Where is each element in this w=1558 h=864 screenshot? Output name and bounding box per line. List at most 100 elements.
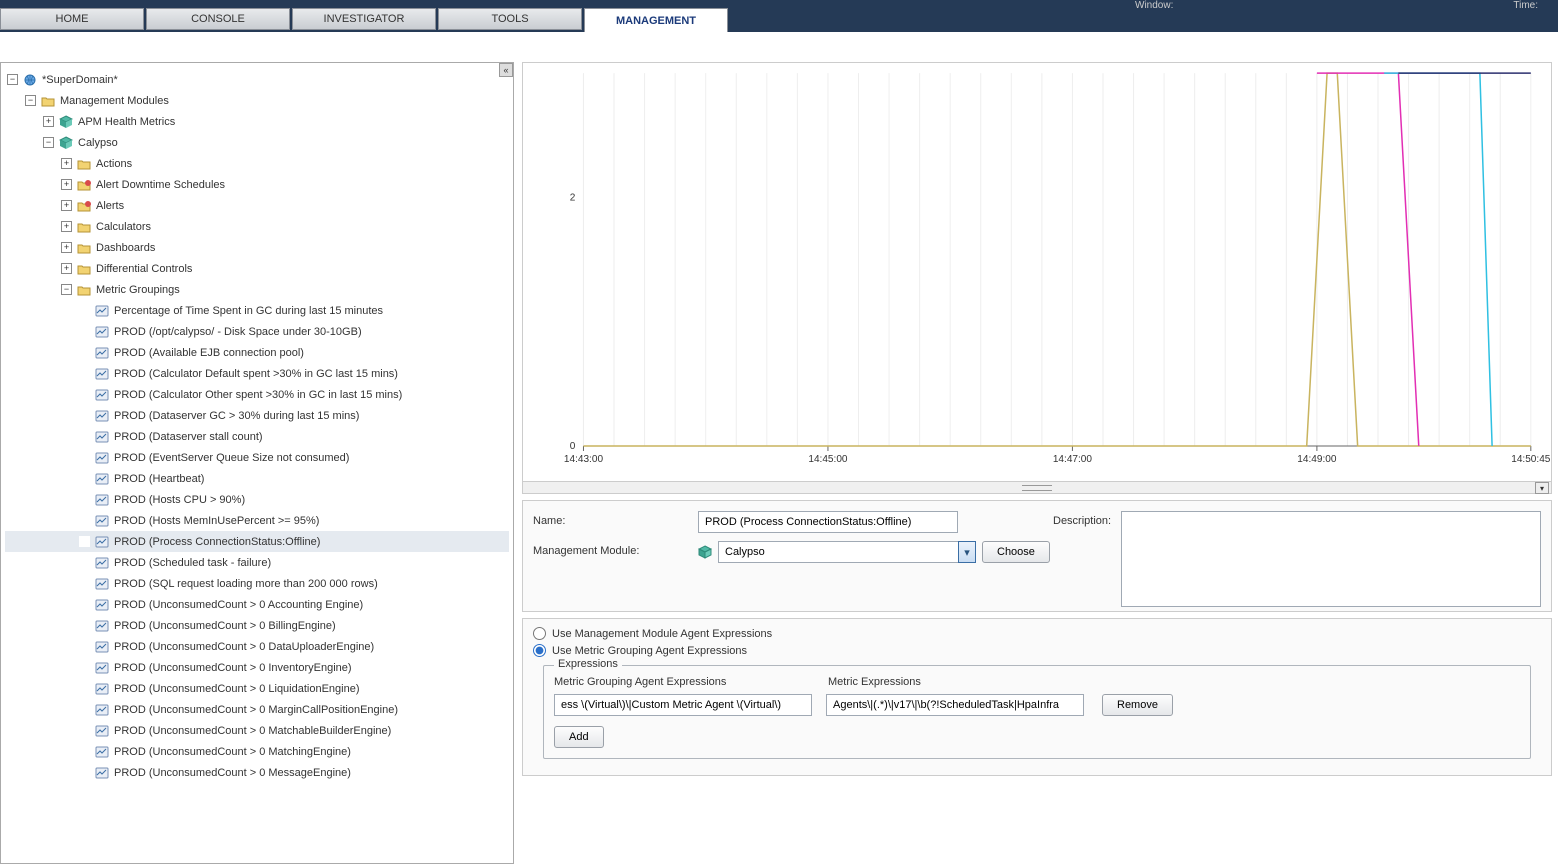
tree-folder[interactable]: −Metric Groupings — [5, 279, 509, 300]
folder-icon — [76, 220, 92, 234]
choose-button[interactable]: Choose — [982, 541, 1050, 563]
metric-icon — [94, 766, 110, 780]
tree-toggle-icon[interactable]: + — [61, 242, 72, 253]
metric-icon — [94, 640, 110, 654]
metric-icon — [94, 409, 110, 423]
add-expression-button[interactable]: Add — [554, 726, 604, 748]
tree-toggle-icon[interactable]: + — [61, 179, 72, 190]
tree-metric-item[interactable]: PROD (UnconsumedCount > 0 BillingEngine) — [5, 615, 509, 636]
radio-use-metric-expr-input[interactable] — [533, 644, 546, 657]
collapse-sidebar-button[interactable]: « — [499, 63, 513, 77]
radio-use-metric-expr[interactable]: Use Metric Grouping Agent Expressions — [533, 642, 1541, 659]
tab-home[interactable]: HOME — [0, 8, 144, 30]
tree-toggle-icon[interactable]: − — [7, 74, 18, 85]
tree-metric-item[interactable]: PROD (UnconsumedCount > 0 MatchableBuild… — [5, 720, 509, 741]
tree-label: PROD (Dataserver GC > 30% during last 15… — [114, 410, 359, 422]
tree-label: APM Health Metrics — [78, 116, 175, 128]
tree-panel: « −*SuperDomain*−Management Modules + APM … — [0, 62, 514, 864]
details-form: Name: Description: Management Module: ▾ … — [522, 500, 1552, 612]
splitter[interactable]: ▾ — [522, 482, 1552, 494]
metric-icon — [94, 451, 110, 465]
description-input[interactable] — [1121, 511, 1541, 607]
tree-label: PROD (Heartbeat) — [114, 473, 204, 485]
tree-metric-item[interactable]: PROD (Hosts CPU > 90%) — [5, 489, 509, 510]
tree-label: PROD (EventServer Queue Size not consume… — [114, 452, 349, 464]
tree-metric-item[interactable]: PROD (UnconsumedCount > 0 Accounting Eng… — [5, 594, 509, 615]
tree-toggle-icon[interactable]: − — [25, 95, 36, 106]
name-input[interactable] — [698, 511, 958, 533]
tree-label: PROD (UnconsumedCount > 0 DataUploaderEn… — [114, 641, 374, 653]
tree-metric-item[interactable]: PROD (Heartbeat) — [5, 468, 509, 489]
tree-metric-item[interactable]: PROD (Process ConnectionStatus:Offline) — [5, 531, 509, 552]
tree-toggle-icon[interactable]: + — [61, 263, 72, 274]
tree-metric-item[interactable]: PROD (UnconsumedCount > 0 MessageEngine) — [5, 762, 509, 783]
tree-metric-item[interactable]: PROD (UnconsumedCount > 0 MarginCallPosi… — [5, 699, 509, 720]
tree-toggle-icon[interactable]: + — [61, 158, 72, 169]
tree-metric-item[interactable]: PROD (SQL request loading more than 200 … — [5, 573, 509, 594]
metric-icon — [94, 472, 110, 486]
tree-folder[interactable]: +Calculators — [5, 216, 509, 237]
agent-expression-input[interactable] — [554, 694, 812, 716]
tree-metric-item[interactable]: PROD (EventServer Queue Size not consume… — [5, 447, 509, 468]
tab-investigator[interactable]: INVESTIGATOR — [292, 8, 436, 30]
remove-expression-button[interactable]: Remove — [1102, 694, 1173, 716]
tree-folder[interactable]: +Alerts — [5, 195, 509, 216]
tree-toggle-icon[interactable]: + — [61, 200, 72, 211]
tree-label: PROD (Available EJB connection pool) — [114, 347, 304, 359]
tree-metric-item[interactable]: PROD (Hosts MemInUsePercent >= 95%) — [5, 510, 509, 531]
tree-apm[interactable]: + APM Health Metrics — [5, 111, 509, 132]
folder-red-icon — [76, 199, 92, 213]
tree-toggle-icon — [79, 704, 90, 715]
tree-toggle-icon[interactable]: − — [61, 284, 72, 295]
tree-metric-item[interactable]: PROD (Calculator Other spent >30% in GC … — [5, 384, 509, 405]
tree-metric-item[interactable]: PROD (Dataserver GC > 30% during last 15… — [5, 405, 509, 426]
expr-col1-header: Metric Grouping Agent Expressions — [554, 676, 814, 688]
tree-management-modules[interactable]: −Management Modules — [5, 90, 509, 111]
tab-console[interactable]: CONSOLE — [146, 8, 290, 30]
tree-calypso[interactable]: −Calypso — [5, 132, 509, 153]
collapse-chart-button[interactable]: ▾ — [1535, 482, 1549, 494]
tree-toggle-icon — [79, 557, 90, 568]
metric-icon — [94, 304, 110, 318]
tree-label: PROD (SQL request loading more than 200 … — [114, 578, 378, 590]
metric-icon — [94, 388, 110, 402]
tree-toggle-icon[interactable]: + — [61, 221, 72, 232]
metric-chart: 14:43:0014:45:0014:47:0014:49:0014:50:45… — [522, 62, 1552, 482]
radio-use-module-expr-input[interactable] — [533, 627, 546, 640]
module-dropdown-button[interactable]: ▾ — [958, 541, 976, 563]
tree-metric-item[interactable]: Percentage of Time Spent in GC during la… — [5, 300, 509, 321]
tree-folder[interactable]: +Differential Controls — [5, 258, 509, 279]
tree-toggle-icon[interactable]: − — [43, 137, 54, 148]
svg-text:14:47:00: 14:47:00 — [1053, 454, 1093, 465]
tree-metric-item[interactable]: PROD (UnconsumedCount > 0 LiquidationEng… — [5, 678, 509, 699]
radio-use-module-expr[interactable]: Use Management Module Agent Expressions — [533, 625, 1541, 642]
tree-metric-item[interactable]: PROD (UnconsumedCount > 0 MatchingEngine… — [5, 741, 509, 762]
tree-metric-item[interactable]: PROD (Scheduled task - failure) — [5, 552, 509, 573]
tree-toggle-icon[interactable]: + — [43, 116, 54, 127]
tree-label: PROD (UnconsumedCount > 0 MarginCallPosi… — [114, 704, 398, 716]
metric-expression-input[interactable] — [826, 694, 1084, 716]
tab-management[interactable]: MANAGEMENT — [584, 8, 728, 32]
tree-root[interactable]: −*SuperDomain* — [5, 69, 509, 90]
module-label: Management Module: — [533, 541, 688, 557]
tree-folder[interactable]: +Actions — [5, 153, 509, 174]
tree-metric-item[interactable]: PROD (Calculator Default spent >30% in G… — [5, 363, 509, 384]
tree-metric-item[interactable]: PROD (/opt/calypso/ - Disk Space under 3… — [5, 321, 509, 342]
tree-folder[interactable]: +Dashboards — [5, 237, 509, 258]
tree-folder[interactable]: +Alert Downtime Schedules — [5, 174, 509, 195]
metric-icon — [94, 556, 110, 570]
tab-tools[interactable]: TOOLS — [438, 8, 582, 30]
tree-label: PROD (UnconsumedCount > 0 MatchableBuild… — [114, 725, 391, 737]
tree-label: PROD (Hosts CPU > 90%) — [114, 494, 245, 506]
tree-metric-item[interactable]: PROD (UnconsumedCount > 0 DataUploaderEn… — [5, 636, 509, 657]
tree-toggle-icon — [79, 452, 90, 463]
metric-icon — [94, 535, 110, 549]
tree-metric-item[interactable]: PROD (UnconsumedCount > 0 InventoryEngin… — [5, 657, 509, 678]
metric-icon — [94, 682, 110, 696]
module-combo[interactable] — [718, 541, 958, 563]
tree-toggle-icon — [79, 326, 90, 337]
tree-toggle-icon — [79, 494, 90, 505]
tree-metric-item[interactable]: PROD (Available EJB connection pool) — [5, 342, 509, 363]
tree-metric-item[interactable]: PROD (Dataserver stall count) — [5, 426, 509, 447]
metric-icon — [94, 619, 110, 633]
